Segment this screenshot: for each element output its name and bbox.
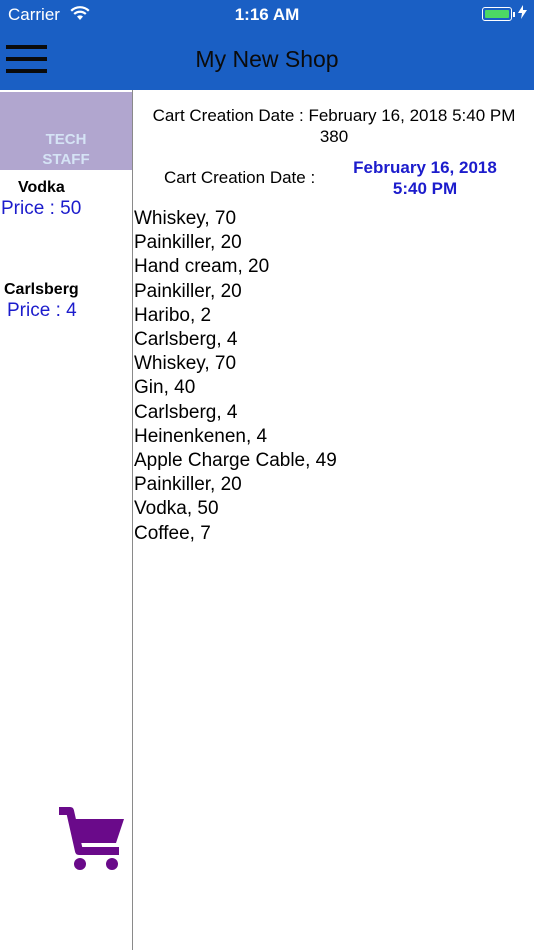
- cart-header: Cart Creation Date : February 16, 2018 5…: [134, 105, 534, 147]
- cart-creation-date-line: Cart Creation Date : February 16, 2018 5…: [152, 106, 516, 125]
- list-item: Painkiller, 20: [134, 232, 242, 254]
- product-name: Carlsberg: [4, 281, 79, 298]
- list-item: Whiskey, 70: [134, 353, 237, 375]
- tech-staff-line-2: STAFF: [42, 151, 90, 168]
- cart-date-label: Cart Creation Date :: [164, 168, 316, 187]
- list-item: Whiskey, 70: [134, 208, 237, 229]
- charging-bolt-icon: [518, 4, 527, 24]
- list-item: Vodka, 50: [134, 498, 219, 520]
- battery-icon: [482, 7, 515, 21]
- product-item-carlsberg[interactable]: Carlsberg Price : 4: [0, 281, 132, 322]
- list-item: Carlsberg, 4: [134, 401, 238, 423]
- tech-staff-line-1: TECH: [45, 131, 87, 148]
- cart-date-value: February 16, 2018 5:40 PM: [337, 157, 513, 199]
- product-item-vodka[interactable]: Vodka Price : 50: [0, 179, 132, 220]
- list-item: Carlsberg, 4: [134, 329, 238, 351]
- cart-total: 380: [319, 127, 349, 146]
- tech-staff-label: TECH STAFF: [30, 130, 102, 170]
- page-title: My New Shop: [195, 46, 339, 72]
- product-price: Price : 50: [1, 198, 82, 219]
- list-item: Haribo, 2: [134, 304, 212, 326]
- list-item: Gin, 40: [134, 377, 196, 399]
- product-name: Vodka: [18, 179, 65, 196]
- list-item: Coffee, 7: [134, 522, 211, 544]
- top-bar: Carrier 1:16 AM My New Shop: [0, 0, 534, 90]
- list-item: Hand cream, 20: [134, 256, 270, 278]
- product-price: Price : 4: [7, 300, 77, 321]
- list-item: Apple Charge Cable, 49: [134, 450, 337, 472]
- tech-staff-banner[interactable]: TECH STAFF: [0, 92, 132, 170]
- list-item: Painkiller, 20: [134, 474, 242, 496]
- list-item: Painkiller, 20: [134, 280, 242, 302]
- product-sidebar: TECH STAFF Vodka Price : 50 Carlsberg Pr…: [0, 90, 133, 950]
- cart-date-value-line-1: February 16, 2018: [353, 158, 497, 177]
- cart-date-value-line-2: 5:40 PM: [392, 179, 458, 198]
- status-bar: Carrier 1:16 AM: [0, 0, 534, 30]
- navigation-bar: My New Shop: [0, 30, 534, 90]
- battery-cap: [513, 12, 515, 17]
- list-item: Heinenkenen, 4: [134, 425, 268, 447]
- shopping-cart-icon[interactable]: [56, 807, 128, 878]
- status-time: 1:16 AM: [234, 5, 300, 24]
- cart-items-list: Whiskey, 70 Painkiller, 20 Hand cream, 2…: [134, 207, 337, 546]
- battery-level: [485, 10, 509, 18]
